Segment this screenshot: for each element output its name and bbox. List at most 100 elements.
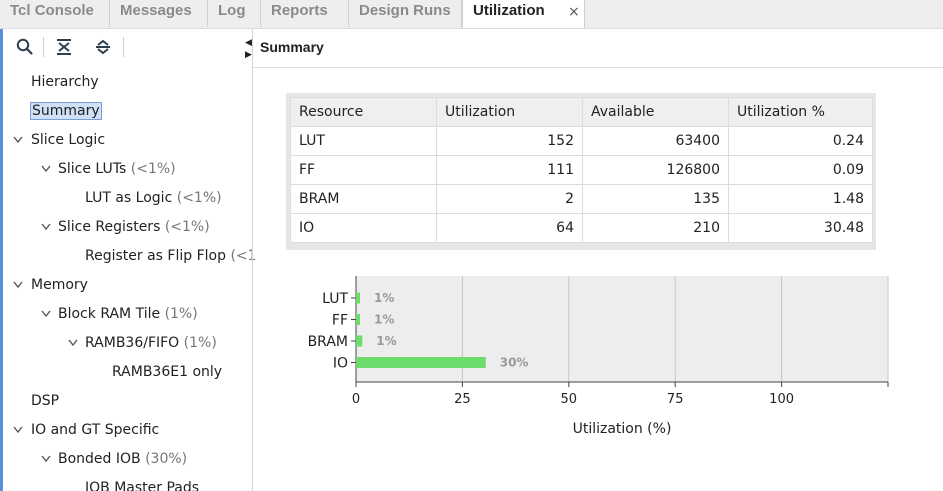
cell-utilization-percent: 0.09 bbox=[728, 155, 873, 185]
cell-utilization: 64 bbox=[436, 213, 583, 243]
tree-item-percent: (1%) bbox=[183, 335, 217, 351]
tree-item-register-as-flip-flop[interactable]: Register as Flip Flop (<1 bbox=[85, 244, 257, 268]
chevron-down-icon[interactable] bbox=[12, 418, 24, 442]
panel-splitter[interactable] bbox=[252, 29, 253, 491]
x-tick-label: 0 bbox=[352, 392, 360, 407]
tab-log[interactable]: Log bbox=[208, 0, 261, 27]
tree-item-slice-registers[interactable]: Slice Registers (<1%) bbox=[58, 215, 210, 239]
bar bbox=[356, 292, 360, 304]
tree-item-label: LUT as Logic bbox=[85, 190, 173, 206]
tree-toolbar: ◀ ▶ bbox=[3, 29, 252, 65]
tree-item-label: Slice Registers bbox=[58, 219, 161, 235]
table-row[interactable]: FF 111 126800 0.09 bbox=[290, 155, 873, 185]
tree-item-ramb36e1-only[interactable]: RAMB36E1 only bbox=[112, 360, 222, 384]
summary-header: Summary bbox=[253, 29, 943, 68]
bar bbox=[356, 314, 360, 325]
tree-item-lut-as-logic[interactable]: LUT as Logic (<1%) bbox=[85, 186, 222, 210]
toolbar-separator bbox=[43, 37, 44, 57]
tree-item-io-and-gt-specific[interactable]: IO and GT Specific bbox=[31, 418, 159, 442]
page-title: Summary bbox=[260, 39, 324, 55]
tab-design-runs[interactable]: Design Runs bbox=[349, 0, 462, 27]
tree-item-percent: (30%) bbox=[145, 451, 188, 467]
x-axis-label: Utilization (%) bbox=[573, 421, 672, 437]
tree-item-block-ram-tile[interactable]: Block RAM Tile (1%) bbox=[58, 302, 198, 326]
expand-all-icon[interactable] bbox=[93, 37, 113, 57]
table-row[interactable]: LUT 152 63400 0.24 bbox=[290, 126, 873, 156]
search-icon[interactable] bbox=[15, 37, 35, 57]
y-tick-label: BRAM bbox=[308, 334, 348, 350]
tree-item-bonded-iob[interactable]: Bonded IOB (30%) bbox=[58, 447, 187, 471]
table-row[interactable]: BRAM 2 135 1.48 bbox=[290, 184, 873, 214]
tree-item-label: Block RAM Tile bbox=[58, 306, 161, 322]
tab-utilization[interactable]: Utilization bbox=[462, 0, 585, 29]
close-tab-icon[interactable]: × bbox=[568, 4, 580, 20]
tab-bar: Tcl Console Messages Log Reports Design … bbox=[0, 0, 943, 29]
cell-utilization-percent: 1.48 bbox=[728, 184, 873, 214]
column-header-utilization[interactable]: Utilization bbox=[436, 97, 583, 127]
tree-item-label: IO and GT Specific bbox=[31, 422, 160, 438]
cell-utilization-percent: 30.48 bbox=[728, 213, 873, 243]
tree-item-label: Bonded IOB bbox=[58, 451, 141, 467]
table-header-row: Resource Utilization Available Utilizati… bbox=[290, 97, 873, 127]
chevron-down-icon[interactable] bbox=[40, 157, 52, 181]
tree-item-slice-logic[interactable]: Slice Logic bbox=[31, 128, 105, 152]
column-header-resource[interactable]: Resource bbox=[290, 97, 437, 127]
chevron-down-icon[interactable] bbox=[67, 331, 79, 355]
tree-item-percent: (1%) bbox=[164, 306, 198, 322]
tree-item-percent: (<1%) bbox=[176, 190, 222, 206]
cell-utilization: 111 bbox=[436, 155, 583, 185]
tree-item-label: Slice LUTs bbox=[58, 161, 127, 177]
tree-item-percent: (<1%) bbox=[164, 219, 210, 235]
tree-item-hierarchy[interactable]: Hierarchy bbox=[31, 70, 99, 94]
cell-utilization: 2 bbox=[436, 184, 583, 214]
utilization-table: Resource Utilization Available Utilizati… bbox=[290, 97, 873, 243]
tree-item-ramb36-fifo[interactable]: RAMB36/FIFO (1%) bbox=[85, 331, 217, 355]
tree-item-percent: (<1%) bbox=[130, 161, 176, 177]
collapse-panel-icon[interactable]: ◀ ▶ bbox=[245, 37, 252, 61]
tree-item-memory[interactable]: Memory bbox=[31, 273, 88, 297]
tree-item-summary[interactable]: Summary bbox=[30, 99, 102, 123]
cell-available: 210 bbox=[582, 213, 729, 243]
x-tick-label: 25 bbox=[454, 392, 471, 407]
tree-item-label: Summary bbox=[30, 102, 102, 120]
tree-item-label: Memory bbox=[31, 277, 88, 293]
tab-messages[interactable]: Messages bbox=[110, 0, 208, 27]
tree-item-label: IOB Master Pads bbox=[85, 480, 200, 491]
cell-resource: FF bbox=[290, 155, 437, 185]
tree-item-slice-luts[interactable]: Slice LUTs (<1%) bbox=[58, 157, 176, 181]
chevron-down-icon[interactable] bbox=[12, 128, 24, 152]
chevron-down-icon[interactable] bbox=[40, 215, 52, 239]
tree-item-label: DSP bbox=[31, 393, 60, 409]
tree-item-label: Hierarchy bbox=[31, 74, 99, 90]
x-tick-label: 50 bbox=[561, 392, 578, 407]
cell-utilization-percent: 0.24 bbox=[728, 126, 873, 156]
data-label: 1% bbox=[374, 313, 394, 327]
cell-resource: BRAM bbox=[290, 184, 437, 214]
column-header-utilization-percent[interactable]: Utilization % bbox=[728, 97, 873, 127]
x-tick-label: 75 bbox=[667, 392, 684, 407]
collapse-all-icon[interactable] bbox=[54, 37, 74, 57]
utilization-table-frame: Resource Utilization Available Utilizati… bbox=[286, 93, 876, 250]
y-tick-label: FF bbox=[332, 313, 348, 329]
data-label: 1% bbox=[374, 291, 394, 305]
chevron-down-icon[interactable] bbox=[12, 273, 24, 297]
bar bbox=[356, 357, 486, 368]
tab-tcl-console[interactable]: Tcl Console bbox=[0, 0, 110, 27]
table-row[interactable]: IO 64 210 30.48 bbox=[290, 213, 873, 243]
tab-reports[interactable]: Reports bbox=[261, 0, 349, 27]
y-tick-label: IO bbox=[333, 356, 348, 372]
chevron-down-icon[interactable] bbox=[40, 447, 52, 471]
tree-item-label: RAMB36/FIFO bbox=[85, 335, 180, 351]
tree-item-iob-master-pads[interactable]: IOB Master Pads bbox=[85, 476, 199, 491]
column-header-available[interactable]: Available bbox=[582, 97, 729, 127]
chevron-down-icon[interactable] bbox=[40, 302, 52, 326]
tree-item-dsp[interactable]: DSP bbox=[31, 389, 59, 413]
tree-item-label: Register as Flip Flop bbox=[85, 248, 226, 264]
data-label: 30% bbox=[500, 356, 529, 370]
utilization-bar-chart: 0 25 50 75 100 Utilization (%) LUT 1% FF 1% BRAM 1%… bbox=[308, 276, 889, 437]
tree-panel: ◀ ▶ Hierarchy Summary Slice Logic Slice L… bbox=[3, 29, 257, 491]
data-label: 1% bbox=[376, 334, 396, 348]
cell-available: 126800 bbox=[582, 155, 729, 185]
cell-resource: LUT bbox=[290, 126, 437, 156]
y-tick-label: LUT bbox=[322, 291, 348, 307]
